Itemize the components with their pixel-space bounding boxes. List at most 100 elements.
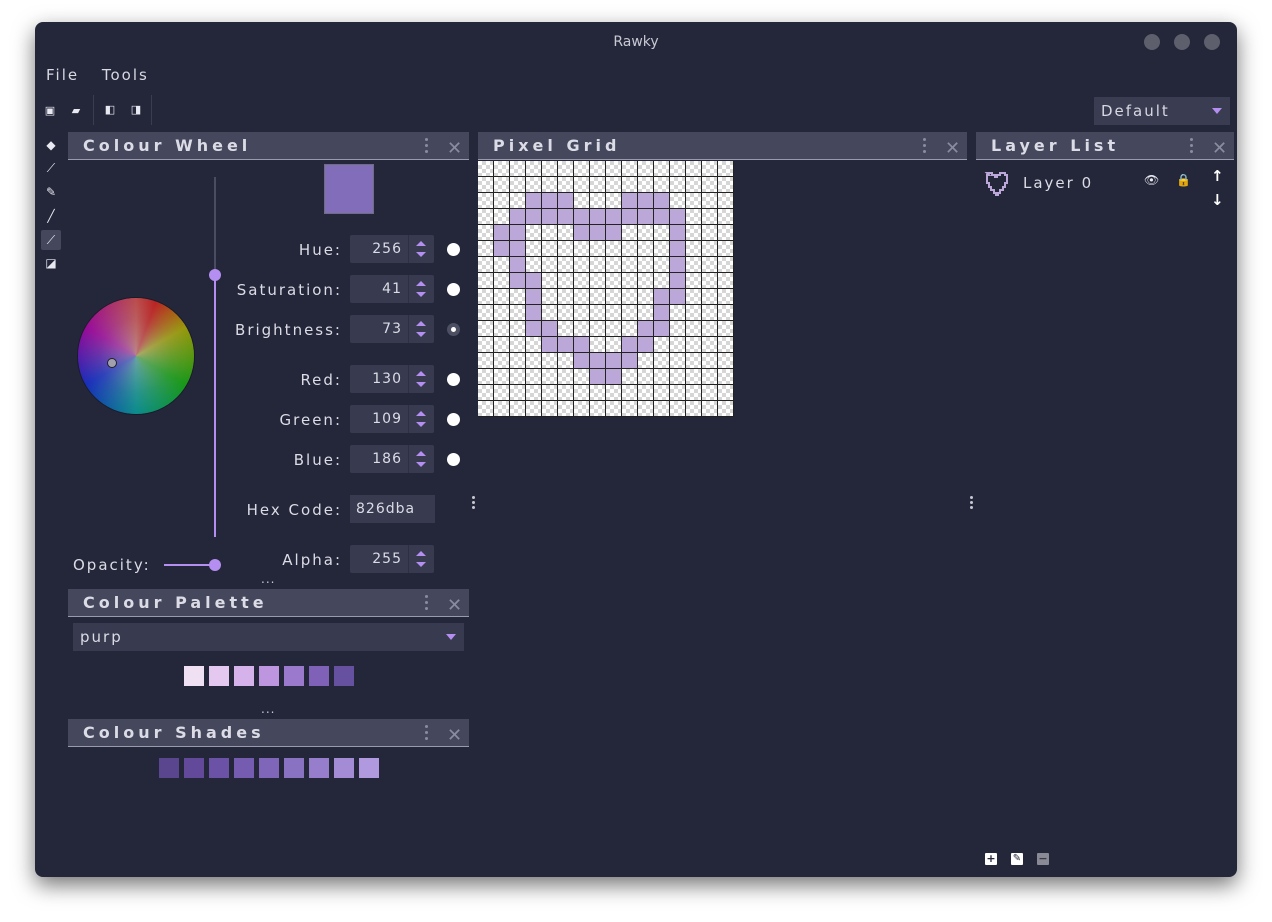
- pixel-cell[interactable]: [478, 289, 494, 305]
- colour-wheel-resize-handle[interactable]: ...: [261, 572, 275, 586]
- pixel-cell[interactable]: [478, 305, 494, 321]
- pixel-cell[interactable]: [478, 193, 494, 209]
- pixel-cell[interactable]: [494, 161, 510, 177]
- pixel-cell[interactable]: [542, 241, 558, 257]
- pixel-cell[interactable]: [718, 241, 734, 257]
- brightness-slider-handle[interactable]: [209, 269, 221, 281]
- pixel-cell[interactable]: [670, 337, 686, 353]
- pixel-cell[interactable]: [590, 385, 606, 401]
- pixel-cell[interactable]: [686, 289, 702, 305]
- pixel-cell[interactable]: [718, 337, 734, 353]
- eraser-icon[interactable]: ◪: [41, 253, 61, 273]
- brush-icon[interactable]: ⟋: [41, 230, 61, 250]
- pixel-cell[interactable]: [558, 161, 574, 177]
- pixel-cell[interactable]: [590, 225, 606, 241]
- pixel-cell[interactable]: [622, 177, 638, 193]
- pixel-cell[interactable]: [510, 321, 526, 337]
- pixel-cell[interactable]: [670, 353, 686, 369]
- pixel-cell[interactable]: [526, 273, 542, 289]
- spin-down-icon[interactable]: [416, 422, 426, 427]
- pixel-cell[interactable]: [590, 289, 606, 305]
- pixel-cell[interactable]: [718, 305, 734, 321]
- pixel-cell[interactable]: [574, 209, 590, 225]
- pixel-cell[interactable]: [606, 241, 622, 257]
- pixel-cell[interactable]: [638, 193, 654, 209]
- pixel-cell[interactable]: [574, 177, 590, 193]
- pixel-cell[interactable]: [622, 369, 638, 385]
- pixel-cell[interactable]: [526, 161, 542, 177]
- pixel-cell[interactable]: [590, 337, 606, 353]
- pixel-cell[interactable]: [574, 369, 590, 385]
- shade-swatch[interactable]: [259, 758, 279, 778]
- new-file-icon[interactable]: ▣: [43, 104, 57, 118]
- maximize-button[interactable]: [1174, 34, 1190, 50]
- brightness-radio[interactable]: [447, 323, 460, 336]
- pixel-cell[interactable]: [526, 305, 542, 321]
- shade-swatch[interactable]: [184, 758, 204, 778]
- pixel-cell[interactable]: [510, 209, 526, 225]
- pixel-cell[interactable]: [654, 369, 670, 385]
- open-folder-icon[interactable]: ▰: [69, 104, 83, 118]
- pixel-cell[interactable]: [702, 385, 718, 401]
- colour-wheel[interactable]: [78, 298, 194, 414]
- pixel-cell[interactable]: [590, 305, 606, 321]
- shade-swatch[interactable]: [359, 758, 379, 778]
- pixel-cell[interactable]: [478, 273, 494, 289]
- pixel-cell[interactable]: [622, 353, 638, 369]
- pixel-cell[interactable]: [558, 273, 574, 289]
- pixel-cell[interactable]: [702, 353, 718, 369]
- spin-down-icon[interactable]: [416, 252, 426, 257]
- pixel-cell[interactable]: [574, 161, 590, 177]
- pixel-cell[interactable]: [590, 353, 606, 369]
- palette-swatch[interactable]: [334, 666, 354, 686]
- shade-swatch[interactable]: [234, 758, 254, 778]
- pixel-cell[interactable]: [654, 321, 670, 337]
- pixel-cell[interactable]: [670, 177, 686, 193]
- pixel-cell[interactable]: [718, 177, 734, 193]
- pixel-cell[interactable]: [622, 305, 638, 321]
- line-icon[interactable]: ╱: [41, 206, 61, 226]
- alpha-input[interactable]: 255: [350, 545, 434, 573]
- panel-menu-icon[interactable]: [425, 136, 429, 156]
- spin-up-icon[interactable]: [416, 451, 426, 456]
- pixel-cell[interactable]: [606, 257, 622, 273]
- pixel-cell[interactable]: [590, 273, 606, 289]
- pixel-cell[interactable]: [638, 161, 654, 177]
- pixel-cell[interactable]: [670, 401, 686, 417]
- pixel-cell[interactable]: [478, 257, 494, 273]
- palette-swatch[interactable]: [284, 666, 304, 686]
- pixel-cell[interactable]: [526, 225, 542, 241]
- pixel-cell[interactable]: [478, 321, 494, 337]
- pixel-cell[interactable]: [622, 401, 638, 417]
- pixel-cell[interactable]: [718, 273, 734, 289]
- panel-menu-icon[interactable]: [425, 593, 429, 613]
- saturation-input[interactable]: 41: [350, 275, 434, 303]
- pixel-cell[interactable]: [654, 289, 670, 305]
- pixel-cell[interactable]: [654, 193, 670, 209]
- pixel-cell[interactable]: [590, 369, 606, 385]
- pixel-cell[interactable]: [574, 337, 590, 353]
- move-layer-up-icon[interactable]: ↑: [1211, 167, 1224, 185]
- colour-palette-resize-handle[interactable]: ...: [261, 702, 275, 716]
- pixel-cell[interactable]: [670, 257, 686, 273]
- brightness-slider[interactable]: [214, 177, 216, 537]
- pixel-cell[interactable]: [526, 353, 542, 369]
- pixel-cell[interactable]: [478, 401, 494, 417]
- pixel-cell[interactable]: [718, 289, 734, 305]
- pixel-cell[interactable]: [622, 225, 638, 241]
- edit-layer-icon[interactable]: ✎: [1011, 853, 1023, 865]
- panel-menu-icon[interactable]: [923, 136, 927, 156]
- pencil-icon[interactable]: ✎: [41, 182, 61, 202]
- pixel-cell[interactable]: [670, 273, 686, 289]
- layout-select[interactable]: Default: [1094, 97, 1230, 125]
- pixel-cell[interactable]: [654, 225, 670, 241]
- pixel-cell[interactable]: [606, 321, 622, 337]
- pixel-cell[interactable]: [558, 241, 574, 257]
- pixel-cell[interactable]: [494, 337, 510, 353]
- pixel-cell[interactable]: [526, 241, 542, 257]
- pixel-cell[interactable]: [638, 385, 654, 401]
- close-icon[interactable]: ✕: [945, 135, 960, 163]
- pixel-cell[interactable]: [494, 401, 510, 417]
- pixel-cell[interactable]: [574, 193, 590, 209]
- pixel-cell[interactable]: [654, 337, 670, 353]
